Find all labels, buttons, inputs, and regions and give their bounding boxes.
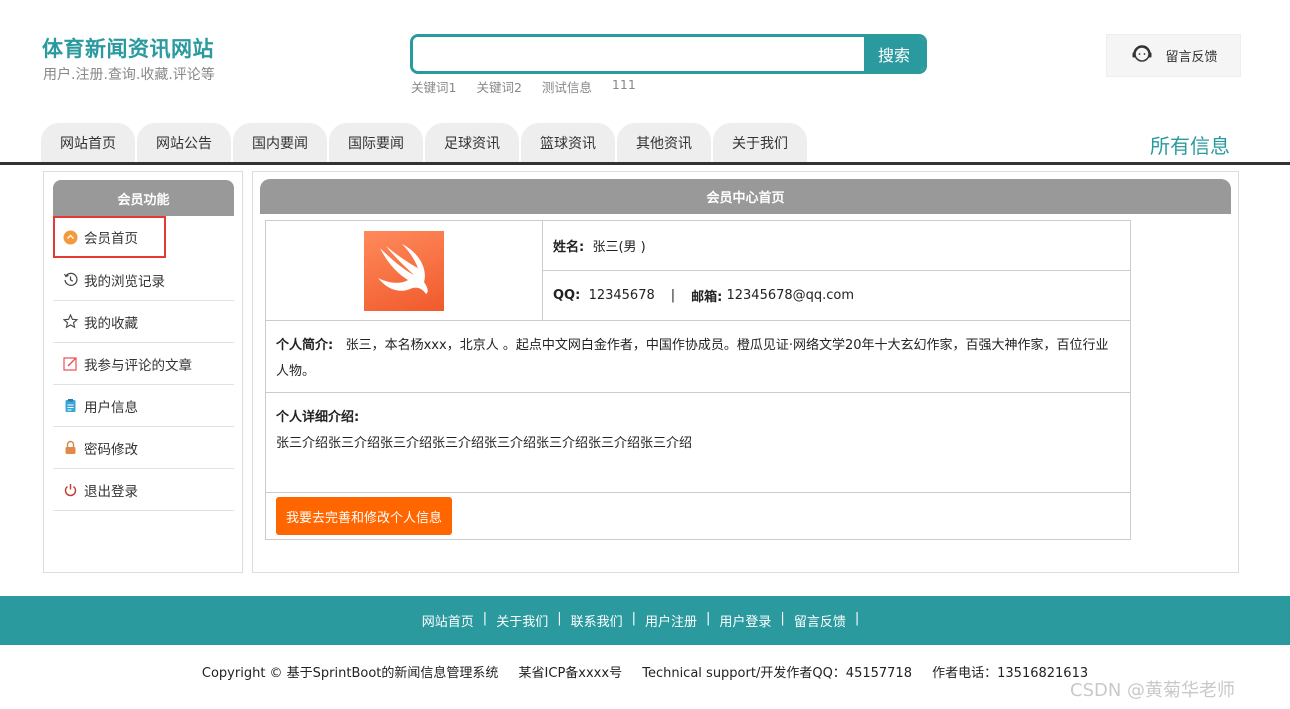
edit-profile-button[interactable]: 我要去完善和修改个人信息 [276, 497, 453, 535]
all-info-link[interactable]: 所有信息 [1150, 130, 1230, 159]
keyword-link[interactable]: 111 [612, 77, 636, 96]
footer-link-about[interactable]: 关于我们 [496, 611, 548, 630]
site-title: 体育新闻资讯网站 [42, 37, 214, 61]
name-value: 张三(男 ) [592, 240, 646, 255]
detail-value: 张三介绍张三介绍张三介绍张三介绍张三介绍张三介绍张三介绍张三介绍 [276, 436, 693, 451]
sidebar-menu: 会员首页 我的浏览记录 我的收藏 我参与评论的文章 用户信息 密码修改 退出登录 [53, 216, 234, 511]
sidebar-item-label: 会员首页 [84, 231, 138, 247]
nav-tab-basketball[interactable]: 篮球资讯 [521, 123, 615, 163]
sidebar-item-change-password[interactable]: 密码修改 [53, 427, 234, 469]
sidebar-item-label: 我参与评论的文章 [84, 357, 192, 374]
footer-link-login[interactable]: 用户登录 [719, 611, 771, 630]
nav-tab-home[interactable]: 网站首页 [41, 123, 135, 163]
footer-separator: | [854, 611, 860, 626]
action-row: 我要去完善和修改个人信息 [266, 493, 1130, 539]
qq-label: QQ: [553, 288, 581, 303]
customer-service-icon [1129, 41, 1155, 71]
keyword-link[interactable]: 关键词2 [476, 77, 521, 96]
avatar-cell [266, 221, 543, 321]
email-value: 12345678@qq.com [726, 288, 855, 303]
footer-links: 网站首页 | 关于我们 | 联系我们 | 用户注册 | 用户登录 | 留言反馈 | [422, 611, 868, 630]
edit-icon [63, 356, 78, 371]
main-nav: 网站首页 网站公告 国内要闻 国际要闻 足球资讯 篮球资讯 其他资讯 关于我们 [41, 123, 807, 163]
site-subtitle: 用户.注册.查询.收藏.评论等 [43, 67, 215, 83]
nav-tab-domestic[interactable]: 国内要闻 [233, 123, 327, 163]
history-icon [63, 272, 78, 287]
copyright-text: Copyright © 基于SprintBoot的新闻信息管理系统 [201, 666, 499, 681]
footer-link-register[interactable]: 用户注册 [645, 611, 697, 630]
lock-icon [63, 440, 78, 455]
member-center-panel: 会员中心首页 姓名: 张三(男 ) QQ: 12345678 | 邮箱: 123… [252, 171, 1239, 573]
footer-separator: | [482, 611, 488, 626]
sidebar-item-label: 用户信息 [84, 399, 138, 416]
footer-link-feedback[interactable]: 留言反馈 [794, 611, 846, 630]
sidebar-item-label: 我的收藏 [84, 315, 138, 332]
sidebar-item-logout[interactable]: 退出登录 [53, 469, 234, 511]
feedback-button[interactable]: 留言反馈 [1106, 34, 1241, 77]
qq-value: 12345678 [588, 288, 655, 303]
clipboard-icon [63, 398, 78, 413]
sidebar-item-my-comments[interactable]: 我参与评论的文章 [53, 343, 234, 385]
footer-separator: | [557, 611, 562, 626]
email-label: 邮箱: [691, 290, 723, 305]
member-home-icon [63, 230, 78, 245]
nav-tab-about[interactable]: 关于我们 [713, 123, 807, 163]
swift-logo-icon [374, 242, 434, 300]
sidebar-item-history[interactable]: 我的浏览记录 [53, 259, 234, 301]
name-label: 姓名: [553, 240, 585, 255]
hot-keywords: 关键词1 关键词2 测试信息 111 [411, 77, 636, 96]
sidebar-item-label: 我的浏览记录 [84, 273, 165, 290]
footer-link-contact[interactable]: 联系我们 [571, 611, 623, 630]
member-sidebar: 会员功能 会员首页 我的浏览记录 我的收藏 我参与评论的文章 用户信息 密码修改 [43, 171, 243, 573]
support-text: Technical support/开发作者QQ：45157718 [642, 666, 912, 681]
intro-label: 个人简介: [276, 338, 334, 353]
footer-nav: 网站首页 | 关于我们 | 联系我们 | 用户注册 | 用户登录 | 留言反馈 | [0, 596, 1290, 645]
profile-table: 姓名: 张三(男 ) QQ: 12345678 | 邮箱: 12345678@q… [265, 220, 1131, 540]
footer-separator: | [706, 611, 711, 626]
nav-tab-notice[interactable]: 网站公告 [137, 123, 231, 163]
detail-label: 个人详细介绍: [276, 410, 360, 425]
intro-row: 个人简介: 张三，本名杨xxx，北京人 。起点中文网白金作者，中国作协成员。橙瓜… [266, 321, 1130, 393]
footer-link-home[interactable]: 网站首页 [422, 611, 474, 630]
sidebar-title: 会员功能 [53, 180, 234, 216]
search-bar: 搜索 [410, 34, 927, 74]
footer-separator: | [780, 611, 785, 626]
watermark: CSDN @黄菊华老师 [1070, 680, 1236, 701]
panel-title: 会员中心首页 [260, 179, 1231, 214]
sidebar-item-label: 密码修改 [84, 441, 138, 458]
intro-value: 张三，本名杨xxx，北京人 。起点中文网白金作者，中国作协成员。橙瓜见证·网络文… [276, 338, 1109, 379]
phone-text: 作者电话：13516821613 [932, 666, 1089, 681]
contact-row: QQ: 12345678 | 邮箱: 12345678@qq.com [543, 271, 1130, 321]
detail-row: 个人详细介绍: 张三介绍张三介绍张三介绍张三介绍张三介绍张三介绍张三介绍张三介绍 [266, 393, 1130, 493]
feedback-label: 留言反馈 [1165, 50, 1218, 65]
keyword-link[interactable]: 关键词1 [411, 77, 456, 96]
nav-tab-other[interactable]: 其他资讯 [617, 123, 711, 163]
nav-tab-football[interactable]: 足球资讯 [425, 123, 519, 163]
separator: | [670, 288, 676, 303]
avatar [364, 230, 444, 311]
sidebar-item-label: 退出登录 [84, 483, 138, 500]
search-button[interactable]: 搜索 [864, 37, 924, 71]
search-input[interactable] [413, 37, 864, 71]
icp-text: 某省ICP备xxxx号 [518, 666, 623, 681]
star-icon [63, 314, 78, 329]
power-icon [63, 482, 78, 497]
sidebar-item-favorites[interactable]: 我的收藏 [53, 301, 234, 343]
nav-tab-international[interactable]: 国际要闻 [329, 123, 423, 163]
sidebar-item-user-info[interactable]: 用户信息 [53, 385, 234, 427]
nav-divider [0, 162, 1290, 165]
sidebar-item-member-home[interactable]: 会员首页 [53, 216, 166, 258]
keyword-link[interactable]: 测试信息 [542, 77, 592, 96]
name-row: 姓名: 张三(男 ) [543, 221, 1130, 271]
footer-separator: | [631, 611, 636, 626]
